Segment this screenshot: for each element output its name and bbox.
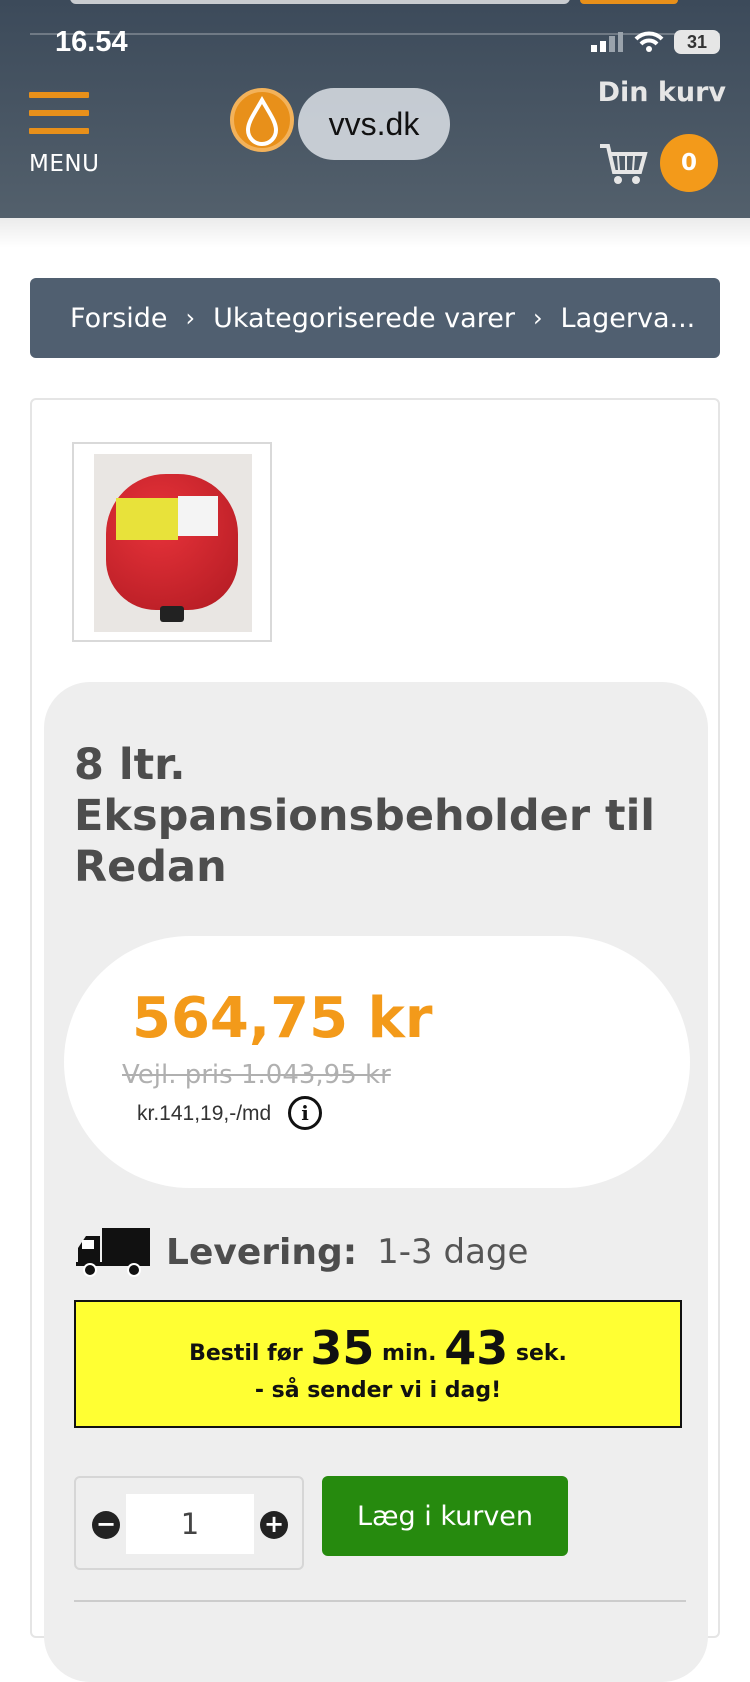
breadcrumb-separator: › [532,304,543,332]
water-drop-icon [230,88,294,152]
add-to-cart-button[interactable]: Læg i kurven [322,1476,568,1556]
delivery-label: Levering: [166,1231,358,1273]
countdown-seconds: 43 [444,1321,509,1375]
product-card: 8 ltr. Ekspansionsbeholder til Redan 564… [30,398,720,1682]
site-logo[interactable]: vvs.dk [230,86,470,166]
tank-label-yellow [116,498,178,540]
recommended-price: Vejl. pris 1.043,95 kr [122,1060,391,1090]
product-title: 8 ltr. Ekspansionsbeholder til Redan [74,740,656,892]
cart-label[interactable]: Din kurv [598,77,726,108]
header-shadow [0,218,750,248]
cart-count-badge[interactable]: 0 [660,134,718,192]
info-icon[interactable]: i [288,1096,322,1130]
section-divider [74,1600,686,1602]
browser-action-button[interactable] [580,0,678,4]
menu-icon-bar [29,128,89,134]
product-price: 564,75 kr [132,986,433,1051]
product-thumbnail[interactable] [72,442,272,642]
product-image [94,454,252,632]
countdown-line: Bestil før 35 min. 43 sek. [76,1320,680,1382]
order-countdown-banner: Bestil før 35 min. 43 sek. - så sender v… [74,1300,682,1428]
breadcrumb: Forside › Ukategoriserede varer › Lagerv… [30,278,720,358]
tank-label-white [178,496,218,536]
expansion-tank-image [106,474,238,610]
countdown-min-label: min. [382,1341,437,1366]
breadcrumb-item-home[interactable]: Forside [70,303,168,334]
breadcrumb-item-current[interactable]: Lagerva... [561,303,696,334]
browser-address-bar [70,0,570,4]
wifi-icon [634,31,664,52]
site-header: 16.54 31 MENU vvs.dk Din kurv 0 [0,0,750,218]
menu-button[interactable]: MENU [29,92,109,182]
product-info-panel: 8 ltr. Ekspansionsbeholder til Redan 564… [44,682,708,1682]
monthly-price: kr.141,19,-/md [137,1102,272,1125]
breadcrumb-item-category[interactable]: Ukategoriserede varer [213,303,515,334]
countdown-sec-label: sek. [515,1341,567,1366]
minus-icon[interactable]: − [92,1511,120,1539]
signal-icon [591,32,623,52]
menu-icon [29,92,89,98]
logo-text: vvs.dk [328,105,420,142]
breadcrumb-separator: › [185,304,196,332]
countdown-shipping-note: - så sender vi i dag! [254,1378,502,1403]
status-time: 16.54 [55,26,128,58]
countdown-prefix: Bestil før [189,1341,303,1366]
delivery-info: Levering: 1-3 dage [74,1222,528,1282]
quantity-input[interactable] [126,1494,254,1554]
tank-connector [160,606,184,622]
countdown-minutes: 35 [310,1321,375,1375]
plus-icon[interactable]: + [260,1511,288,1539]
price-box: 564,75 kr Vejl. pris 1.043,95 kr kr.141,… [64,936,690,1188]
menu-label: MENU [29,151,100,177]
quantity-stepper: − + [74,1476,304,1570]
delivery-time: 1-3 dage [377,1232,529,1272]
logo-pill: vvs.dk [298,88,450,160]
status-icons: 31 [590,30,720,54]
menu-icon-bar [29,110,89,116]
battery-icon: 31 [674,30,720,54]
truck-icon [76,1228,150,1277]
shopping-cart-icon[interactable] [598,142,648,186]
